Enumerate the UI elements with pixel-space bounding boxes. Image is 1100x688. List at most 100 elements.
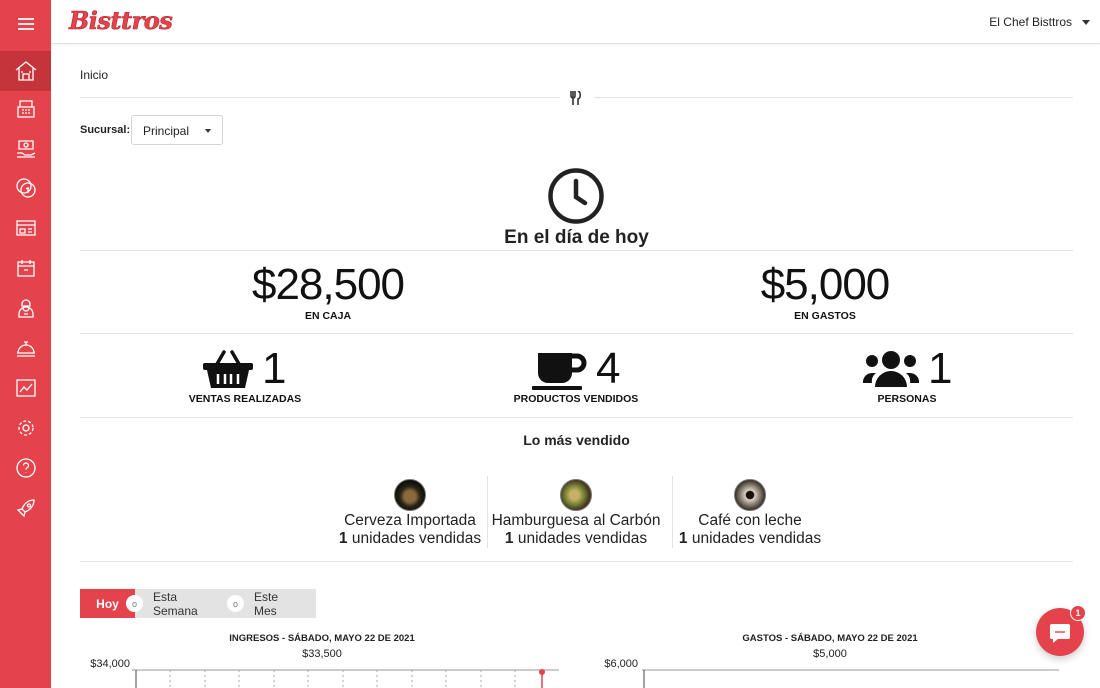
product-count: 1 — [338, 530, 348, 547]
sidebar-item-home[interactable] — [0, 51, 51, 91]
hamburger-icon — [17, 18, 34, 30]
expenses-chart-total: $5,000 — [813, 648, 847, 660]
cash-label: EN CAJA — [304, 310, 352, 322]
best-sellers-title: Lo más vendido — [523, 432, 630, 448]
user-menu[interactable]: El Chef Bisttros — [989, 15, 1090, 29]
product-thumbnail — [734, 479, 766, 511]
product-units: 1 unidades vendidas — [315, 530, 505, 548]
money-hand-icon — [16, 140, 35, 158]
units-label: unidades vendidas — [347, 530, 482, 547]
help-question-icon — [15, 458, 36, 478]
reports-chart-icon — [15, 379, 36, 397]
settings-gear-icon — [17, 420, 34, 436]
best-seller-item: Café con leche 1 unidades vendidas — [655, 476, 845, 548]
chevron-down-icon — [205, 129, 211, 133]
income-chart-total: $33,500 — [302, 648, 342, 660]
sales-label: VENTAS REALIZADAS — [188, 393, 302, 405]
best-seller-item: Hamburguesa al Carbón 1 unidades vendida… — [481, 476, 671, 548]
fork-knife-icon — [570, 91, 582, 105]
clock-icon — [548, 168, 604, 224]
tab-label: Hoy — [96, 596, 119, 611]
coins-icon — [15, 178, 36, 198]
calendar-icon — [16, 260, 35, 277]
sidebar-item-upgrade[interactable] — [0, 488, 51, 528]
sidebar-item-pos[interactable] — [0, 89, 51, 129]
tab-this-week[interactable]: o Esta Semana — [126, 589, 236, 618]
units-label: unidades vendidas — [687, 530, 822, 547]
users-icon — [862, 351, 920, 387]
sidebar-item-reservations[interactable] — [0, 248, 51, 288]
products-stat: 4 — [530, 344, 620, 394]
chat-notification-badge: 1 — [1070, 605, 1086, 621]
sales-stat: 1 — [202, 344, 286, 394]
divider — [80, 333, 1073, 334]
cash-total: $28,500 — [251, 260, 405, 309]
tab-label: Esta Semana — [153, 589, 198, 618]
chevron-down-icon — [1082, 19, 1090, 25]
menu-toggle-button[interactable] — [0, 4, 51, 44]
tab-this-month[interactable]: o Este Mes — [227, 589, 316, 618]
product-count: 1 — [678, 530, 688, 547]
home-icon — [15, 61, 36, 81]
chef-icon — [17, 299, 34, 318]
income-y-axis-max: $34,000 — [90, 658, 130, 670]
tab-label: Este Mes — [254, 589, 279, 618]
kitchen-icon — [15, 220, 36, 236]
expenses-chart-title: GASTOS - SÁBADO, MAYO 22 DE 2021 — [742, 633, 918, 644]
sidebar-item-reports[interactable] — [0, 368, 51, 408]
divider — [80, 250, 1073, 251]
product-name: Hamburguesa al Carbón — [491, 512, 661, 529]
product-name: Café con leche — [698, 512, 802, 529]
divider — [80, 417, 1073, 418]
people-label: PERSONAS — [877, 393, 937, 405]
product-thumbnail — [394, 479, 426, 511]
cloche-icon — [16, 341, 35, 357]
sidebar-item-menu[interactable] — [0, 328, 51, 368]
people-count: 1 — [928, 344, 953, 393]
products-count: 4 — [596, 344, 621, 393]
income-chart — [132, 669, 559, 688]
sidebar-item-finance[interactable] — [0, 168, 51, 208]
brand-logo[interactable]: Bisttros — [69, 6, 173, 36]
today-heading: En el día de hoy — [504, 227, 649, 248]
period-tabs: Hoy o Esta Semana o Este Mes — [80, 589, 316, 618]
branch-label: Sucursal: — [80, 124, 131, 136]
product-units: 1 unidades vendidas — [481, 530, 671, 548]
dashboard: Inicio Sucursal: Principal En el día de … — [80, 44, 1073, 688]
top-bar: Bisttros El Chef Bisttros — [51, 0, 1100, 44]
units-label: unidades vendidas — [513, 530, 648, 547]
sidebar-item-settings[interactable] — [0, 408, 51, 448]
sidebar-item-kitchen[interactable] — [0, 208, 51, 248]
product-thumbnail — [560, 479, 592, 511]
divider — [80, 97, 560, 98]
sidebar — [0, 0, 51, 688]
best-seller-item: Cerveza Importada 1 unidades vendidas — [315, 476, 505, 548]
expenses-chart — [642, 669, 1059, 688]
expenses-label: EN GASTOS — [794, 310, 856, 322]
expenses-total: $5,000 — [760, 260, 891, 309]
cash-register-icon — [16, 100, 35, 118]
breadcrumb: Inicio — [80, 68, 109, 82]
branch-select[interactable]: Principal — [131, 115, 223, 145]
products-label: PRODUCTOS VENDIDOS — [513, 393, 639, 405]
sidebar-item-payments[interactable] — [0, 129, 51, 169]
people-stat: 1 — [862, 344, 952, 394]
product-units: 1 unidades vendidas — [655, 530, 845, 548]
rocket-icon — [16, 499, 35, 518]
basket-icon — [203, 350, 253, 388]
product-name: Cerveza Importada — [344, 512, 476, 529]
product-count: 1 — [504, 530, 514, 547]
chat-bubble-icon — [1050, 624, 1070, 643]
divider — [80, 561, 1073, 562]
tab-separator-bubble: o — [126, 595, 143, 612]
sales-count: 1 — [262, 344, 287, 393]
divider — [594, 97, 1073, 98]
coffee-cup-icon — [532, 353, 587, 390]
branch-select-value: Principal — [143, 124, 190, 138]
user-name: El Chef Bisttros — [989, 15, 1072, 29]
income-chart-title: INGRESOS - SÁBADO, MAYO 22 DE 2021 — [229, 633, 415, 644]
sidebar-item-help[interactable] — [0, 448, 51, 488]
sidebar-item-staff[interactable] — [0, 288, 51, 328]
expenses-y-axis-max: $6,000 — [604, 658, 638, 670]
tab-separator-bubble: o — [227, 595, 244, 612]
